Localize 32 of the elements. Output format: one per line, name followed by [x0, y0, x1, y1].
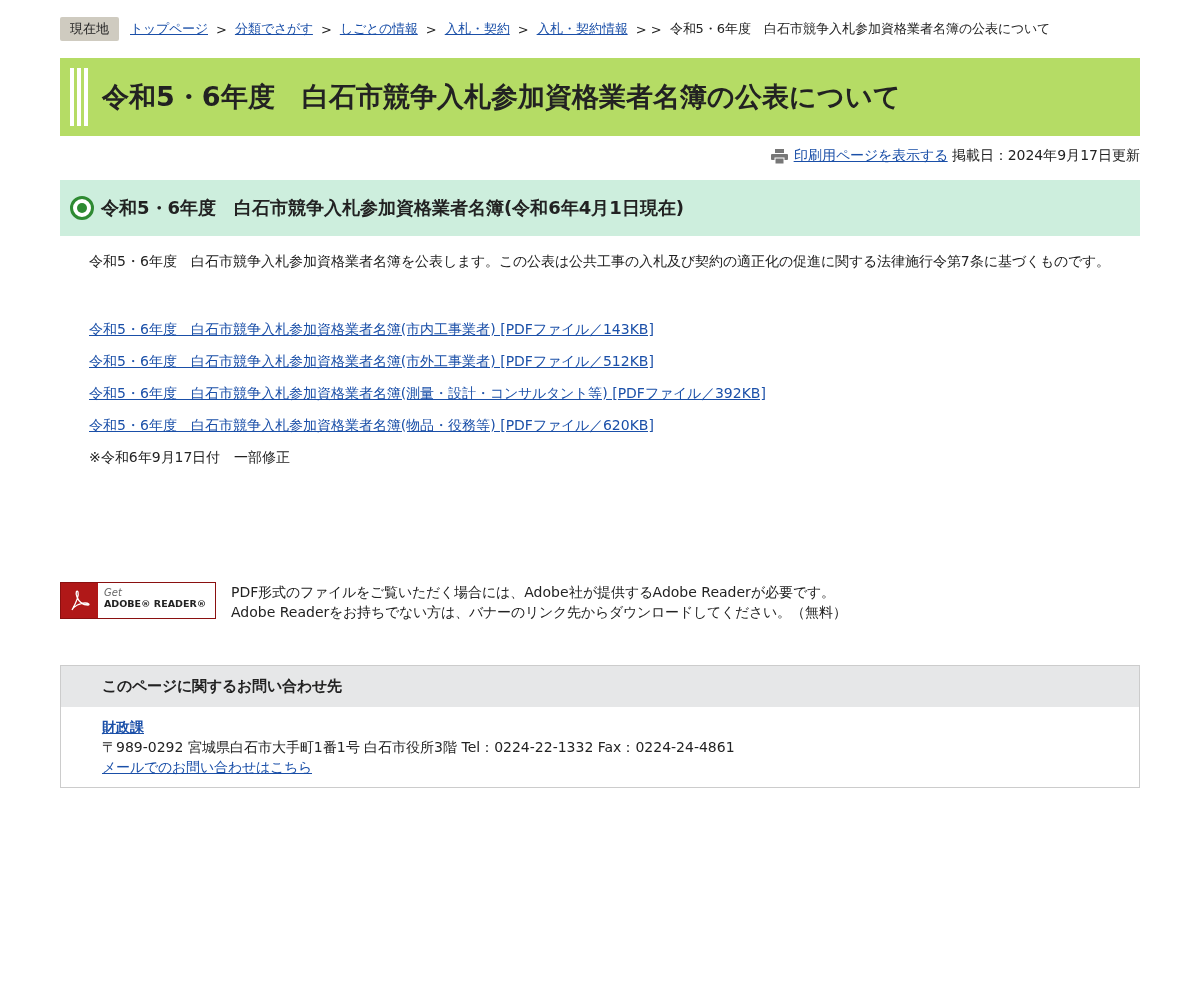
- contact-address: 〒989-0292 宮城県白石市大手町1番1号 白石市役所3階 Tel：0224-22-1332 Fax：0224-24-4861: [102, 738, 736, 757]
- breadcrumb-separator: >: [425, 21, 437, 37]
- printer-icon: [770, 148, 788, 164]
- pdf-link[interactable]: 令和5・6年度 白石市競争入札参加資格業者名簿(市外工事業者) [PDFファイル／512KB]: [89, 353, 654, 371]
- mail-inquiry-link[interactable]: メールでのお問い合わせはこちら: [102, 757, 312, 777]
- breadcrumb-separator: >: [216, 21, 227, 37]
- posted-date: 掲載日：2024年9月17日更新: [951, 147, 1140, 165]
- pdf-link[interactable]: 令和5・6年度 白石市競争入札参加資格業者名簿(市内工事業者) [PDFファイル／143KB]: [89, 321, 654, 339]
- page-title: 令和5・6年度 白石市競争入札参加資格業者名簿の公表について: [102, 80, 901, 114]
- pdf-notice-text: PDF形式のファイルをご覧いただく場合には、Adobe社が提供するAdobe Readerが必要です。: [231, 583, 836, 602]
- breadcrumb-separator: >: [517, 21, 529, 37]
- location-label: 現在地: [60, 17, 119, 41]
- pdf-link[interactable]: 令和5・6年度 白石市競争入札参加資格業者名簿(測量・設計・コンサルタント等) [PDFファイル／392KB]: [89, 385, 766, 403]
- breadcrumb-current: 令和5・6年度 白石市競争入札参加資格業者名簿の公表について: [669, 20, 1051, 38]
- pdf-link[interactable]: 令和5・6年度 白石市競争入札参加資格業者名簿(物品・役務等) [PDFファイル／620KB]: [89, 417, 654, 435]
- breadcrumb-link[interactable]: トップページ: [130, 20, 208, 38]
- breadcrumb-separator: >: [320, 21, 332, 37]
- breadcrumb-link[interactable]: 入札・契約: [444, 20, 510, 38]
- intro-text: 令和5・6年度 白石市競争入札参加資格業者名簿を公表します。この公表は公共工事の入札及び契約の適正化の促進に関する法律施行令第7条に基づくものです。: [89, 253, 1111, 271]
- title-bars-icon: [70, 68, 88, 126]
- department-link[interactable]: 財政課: [102, 717, 144, 737]
- breadcrumb-link[interactable]: 分類でさがす: [234, 20, 313, 38]
- contact-heading: このページに関するお問い合わせ先: [61, 666, 1139, 707]
- adobe-reader-banner[interactable]: Get ADOBE® READER®: [60, 582, 216, 619]
- breadcrumb-link[interactable]: 入札・契約情報: [536, 20, 628, 38]
- target-icon: [70, 196, 94, 220]
- section-heading: 令和5・6年度 白石市競争入札参加資格業者名簿(令和6年4月1日現在): [101, 196, 685, 220]
- print-page-link[interactable]: 印刷用ページを表示する: [793, 147, 948, 165]
- breadcrumb-separator: > >: [635, 21, 662, 37]
- pdf-notice-text: Adobe Readerをお持ちでない方は、バナーのリンク先からダウンロードしてください。（無料）: [231, 603, 848, 622]
- revision-note: ※令和6年9月17日付 一部修正: [89, 449, 292, 467]
- breadcrumb-link[interactable]: しごとの情報: [339, 20, 418, 38]
